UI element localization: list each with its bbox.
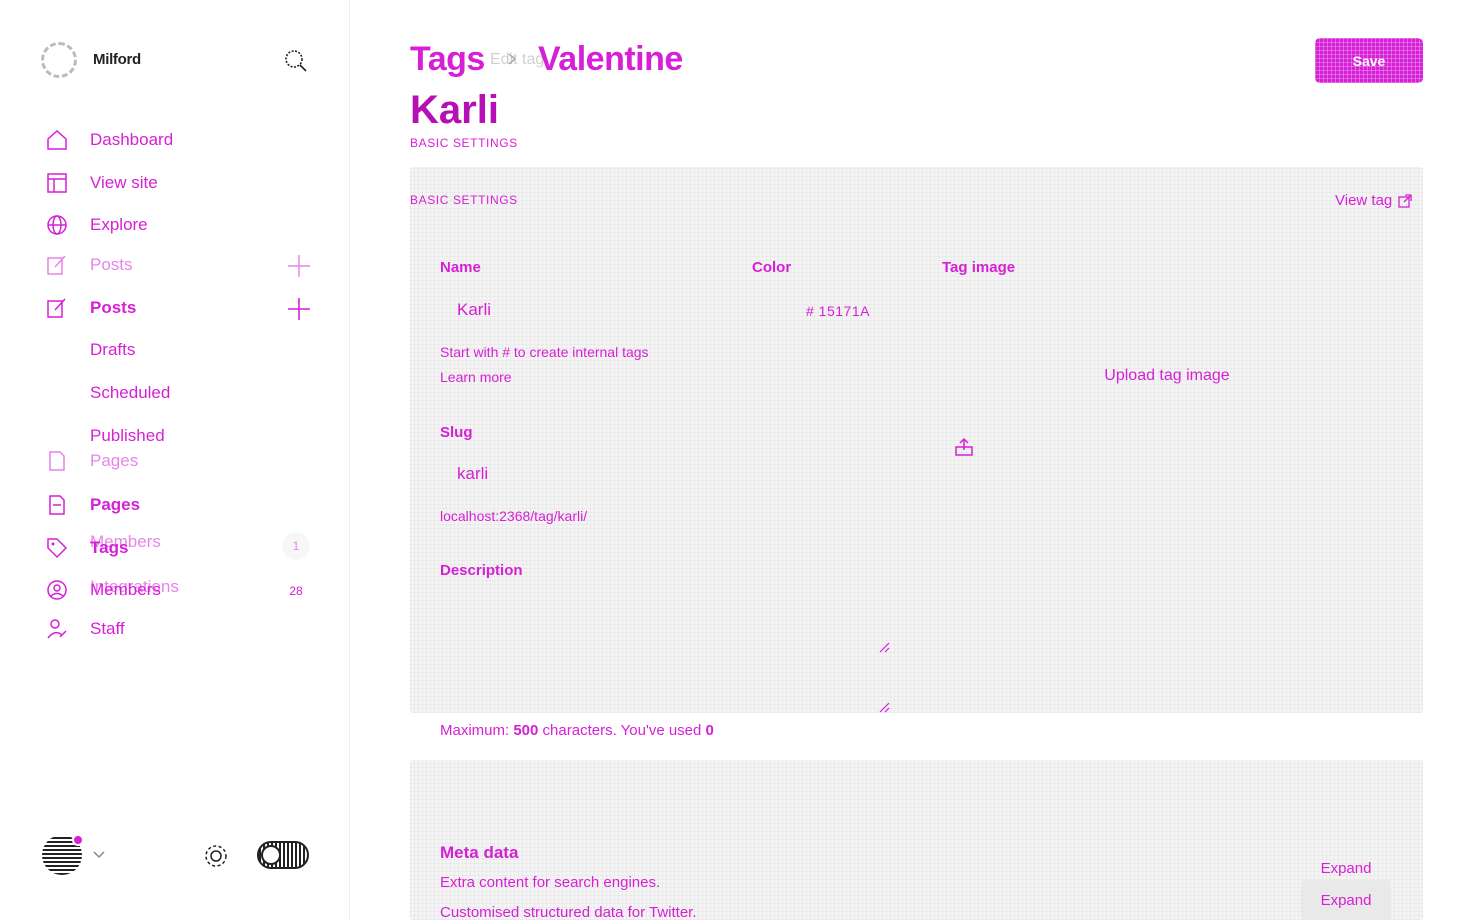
description-label: Description xyxy=(440,562,523,579)
notification-dot xyxy=(72,834,84,846)
view-tag-label: View tag xyxy=(1335,192,1393,209)
description-counter: Maximum: 500 characters. You've used 0 xyxy=(440,719,714,743)
add-post-button[interactable] xyxy=(286,296,312,322)
members-icon xyxy=(45,578,73,602)
site-title[interactable]: Milford xyxy=(93,51,141,68)
sidebar-item-staff[interactable]: Staff xyxy=(45,616,125,642)
learn-more-link[interactable]: Learn more xyxy=(440,365,512,389)
sidebar-item-label: Dashboard xyxy=(90,130,174,149)
sidebar-item-label: View site xyxy=(90,173,158,192)
counter-prefix: Maximum: xyxy=(440,722,510,739)
meta-data-title: Meta data xyxy=(440,843,519,862)
sidebar-item-published[interactable]: Published xyxy=(90,426,165,446)
description-input[interactable] xyxy=(440,588,892,712)
sidebar-item-posts[interactable]: Posts xyxy=(45,295,136,321)
name-input[interactable]: Karli xyxy=(440,288,742,332)
external-link-icon xyxy=(1398,193,1412,208)
sidebar-item-view-site[interactable]: View site xyxy=(45,170,158,196)
meta-section-card xyxy=(410,760,1423,920)
color-input[interactable]: # 15171A xyxy=(806,303,870,319)
home-icon xyxy=(45,128,73,152)
page-title: Karli xyxy=(410,88,499,132)
breadcrumb-tags[interactable]: Tags xyxy=(410,40,485,79)
counter-max: 500 xyxy=(513,722,539,739)
sidebar-item-label: Pages xyxy=(90,495,141,514)
sidebar-item-dashboard[interactable]: Dashboard xyxy=(45,127,173,153)
twitter-card-description: Customised structured data for Twitter. xyxy=(440,904,697,920)
twitter-expand-button[interactable]: Expand xyxy=(1301,880,1391,920)
browser-icon xyxy=(45,171,73,195)
sidebar-item-pages[interactable]: Pages xyxy=(45,492,140,518)
upload-tag-image-button[interactable]: Upload tag image xyxy=(1080,355,1254,397)
sidebar-item-explore[interactable]: Explore xyxy=(45,212,148,238)
slug-url: localhost:2368/tag/karli/ xyxy=(440,508,588,524)
name-label: Name xyxy=(440,259,481,276)
page-icon xyxy=(45,493,73,517)
tag-image-label: Tag image xyxy=(942,259,1016,276)
color-label: Color xyxy=(752,259,792,276)
tag-icon xyxy=(45,536,73,560)
site-logo[interactable] xyxy=(41,42,77,78)
counter-used: 0 xyxy=(705,722,714,739)
sidebar-item-label: Members xyxy=(90,580,161,599)
toggle-knob xyxy=(261,845,281,865)
sidebar-item-scheduled[interactable]: Scheduled xyxy=(90,383,170,403)
search-icon[interactable] xyxy=(283,48,309,74)
sidebar-item-drafts[interactable]: Drafts xyxy=(90,340,135,360)
sidebar-item-label: Explore xyxy=(90,215,148,234)
chevron-down-icon[interactable] xyxy=(92,848,106,860)
members-count-badge: 28 xyxy=(289,584,303,598)
sidebar-item-label: Staff xyxy=(90,619,125,638)
globe-icon xyxy=(45,213,73,237)
breadcrumb-separator-icon xyxy=(505,52,519,71)
sidebar-item-tags[interactable]: Tags xyxy=(45,535,128,561)
save-button[interactable]: Save xyxy=(1315,38,1423,83)
name-hint: Start with # to create internal tags xyxy=(440,344,649,360)
breadcrumb-current: Valentine xyxy=(538,40,683,78)
section-label: BASIC SETTINGS xyxy=(410,136,518,150)
staff-icon xyxy=(45,617,73,641)
resize-grip-icon[interactable] xyxy=(878,700,890,713)
sidebar: Milford Dashboard View site Explore Post… xyxy=(0,0,350,920)
sidebar-item-label: Posts xyxy=(90,298,137,317)
resize-grip-icon[interactable] xyxy=(878,640,890,653)
view-tag-link[interactable]: View tag xyxy=(1335,192,1412,209)
sidebar-item-label: Tags xyxy=(90,538,129,557)
slug-label: Slug xyxy=(440,424,473,441)
upload-icon[interactable] xyxy=(954,437,974,457)
counter-mid: characters. You've used xyxy=(542,722,702,739)
gear-icon[interactable] xyxy=(202,842,230,870)
basic-settings-heading: BASIC SETTINGS xyxy=(410,193,518,207)
edit-icon xyxy=(45,296,73,320)
sidebar-item-members[interactable]: Members xyxy=(45,577,161,603)
meta-data-description: Extra content for search engines. xyxy=(440,874,661,891)
theme-toggle[interactable] xyxy=(257,841,309,869)
slug-input[interactable]: karli xyxy=(440,458,892,490)
